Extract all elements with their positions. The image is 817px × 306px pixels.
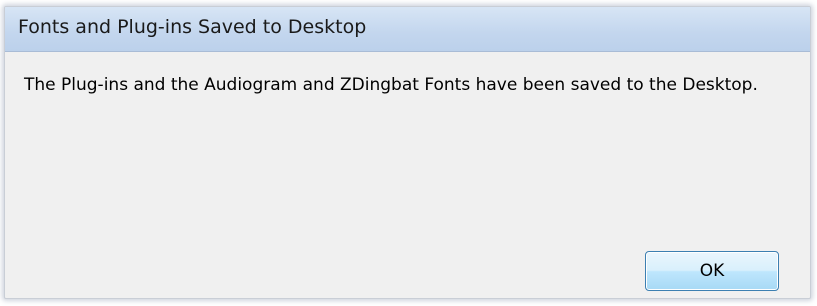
- message-dialog: Fonts and Plug-ins Saved to Desktop The …: [4, 6, 811, 299]
- dialog-title: Fonts and Plug-ins Saved to Desktop: [18, 16, 367, 38]
- dialog-message: The Plug-ins and the Audiogram and ZDing…: [24, 75, 758, 95]
- dialog-titlebar[interactable]: Fonts and Plug-ins Saved to Desktop: [5, 7, 810, 52]
- ok-button[interactable]: OK: [645, 251, 779, 291]
